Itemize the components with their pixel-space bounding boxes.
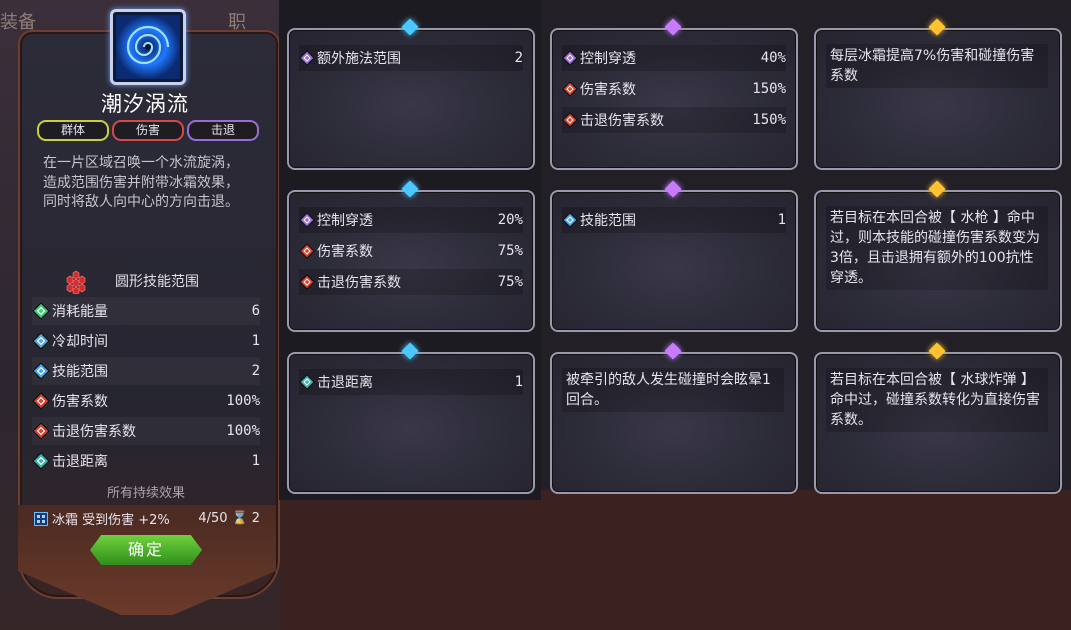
card-stat-label: 击退伤害系数 (317, 275, 401, 291)
effect-turns: 2 (251, 511, 260, 526)
skill-description: 在一片区域召唤一个水流旋涡，造成范围伤害并附带冰霜效果，同时将敌人向中心的方向击… (43, 155, 239, 210)
card-stat-row: 击退距离 1 (299, 369, 523, 395)
upgrade-card[interactable]: 控制穿透 40% 伤害系数 150% 击退伤害系数 150% (550, 18, 798, 170)
stat-label: 伤害系数 (52, 394, 108, 410)
card-stat-row: 额外施法范围 2 (299, 45, 523, 71)
card-description: 被牵引的敌人发生碰撞时会眩晕1回合。 (562, 368, 784, 412)
card-stat-row: 控制穿透 20% (299, 207, 523, 233)
vortex-icon (116, 15, 180, 79)
effect-name: 冰霜 受到伤害 +2% (52, 513, 170, 528)
tag-knockback: 击退 (187, 120, 259, 141)
upgrade-card[interactable]: 额外施法范围 2 (287, 18, 535, 170)
energy-icon (32, 302, 50, 320)
card-stat-label: 击退伤害系数 (580, 113, 664, 129)
knockback-distance-icon (32, 452, 50, 470)
card-stat-label: 额外施法范围 (317, 51, 401, 67)
card-stat-value: 150% (752, 81, 786, 97)
card-stat-label: 控制穿透 (580, 51, 636, 67)
knockback-damage-icon (562, 112, 578, 128)
effects-title: 所有持续效果 (106, 486, 185, 501)
stat-label: 击退距离 (52, 454, 108, 470)
knockback-damage-icon (299, 274, 315, 290)
card-stat-label: 控制穿透 (317, 213, 373, 229)
stat-label: 技能范围 (52, 364, 108, 380)
upgrade-card[interactable]: 控制穿透 20% 伤害系数 75% 击退伤害系数 75% (287, 180, 535, 332)
skill-tags: 群体 伤害 击退 (37, 120, 259, 141)
card-stat-value: 40% (760, 50, 786, 66)
stat-value: 100% (226, 393, 260, 409)
knockback-distance-icon (299, 374, 315, 390)
stat-value: 1 (251, 333, 260, 349)
range-icon (562, 212, 578, 228)
upgrade-card[interactable]: 若目标在本回合被【 水枪 】命中过，则本技能的碰撞伤害系数变为3倍，且击退拥有额… (814, 180, 1062, 332)
skill-title: 潮汐涡流 (101, 92, 189, 116)
effect-progress: 4/50 (198, 511, 228, 526)
card-stat-value: 75% (497, 274, 523, 290)
confirm-button[interactable]: 确定 (90, 535, 202, 565)
stat-row: 击退伤害系数 100% (32, 417, 260, 445)
card-stat-label: 伤害系数 (580, 82, 636, 98)
upgrade-card[interactable]: 击退距离 1 (287, 342, 535, 494)
card-description: 每层冰霜提高7%伤害和碰撞伤害系数 (826, 44, 1048, 88)
tag-group: 群体 (37, 120, 109, 141)
extra-range-icon (299, 50, 315, 66)
stat-value: 6 (251, 303, 260, 319)
card-stat-value: 75% (497, 243, 523, 259)
card-stat-value: 1 (514, 374, 523, 390)
range-icon (32, 362, 50, 380)
tag-damage: 伤害 (112, 120, 184, 141)
upgrade-card[interactable]: 技能范围 1 (550, 180, 798, 332)
card-stat-label: 伤害系数 (317, 244, 373, 260)
stat-row: 消耗能量 6 (32, 297, 260, 325)
effect-row: 冰霜 受到伤害 +2% 4/50 ⌛ 2 (34, 509, 260, 528)
stat-label: 击退伤害系数 (52, 424, 136, 440)
card-stat-row: 击退伤害系数 75% (299, 269, 523, 295)
card-stat-row: 技能范围 1 (562, 207, 786, 233)
skill-icon (110, 9, 186, 85)
cooldown-icon (32, 332, 50, 350)
card-stat-row: 伤害系数 150% (562, 76, 786, 102)
stat-value: 1 (251, 453, 260, 469)
card-description: 若目标在本回合被【 水球炸弹 】命中过，碰撞系数转化为直接伤害系数。 (826, 368, 1048, 432)
card-stat-row: 击退伤害系数 150% (562, 107, 786, 133)
damage-icon (32, 392, 50, 410)
control-pierce-icon (299, 212, 315, 228)
control-pierce-icon (562, 50, 578, 66)
card-stat-value: 150% (752, 112, 786, 128)
skill-range-shape: 圆形技能范围 (63, 268, 199, 294)
card-stat-value: 1 (777, 212, 786, 228)
damage-icon (299, 243, 315, 259)
stat-row: 伤害系数 100% (32, 387, 260, 415)
hourglass-icon: ⌛ (231, 511, 248, 526)
knockback-damage-icon (32, 422, 50, 440)
card-stat-row: 伤害系数 75% (299, 238, 523, 264)
frost-icon (34, 511, 48, 526)
upgrade-card[interactable]: 若目标在本回合被【 水球炸弹 】命中过，碰撞系数转化为直接伤害系数。 (814, 342, 1062, 494)
stat-value: 100% (226, 423, 260, 439)
card-stat-label: 技能范围 (580, 213, 636, 229)
upgrade-card[interactable]: 被牵引的敌人发生碰撞时会眩晕1回合。 (550, 342, 798, 494)
stat-value: 2 (251, 363, 260, 379)
stat-label: 消耗能量 (52, 304, 108, 320)
circle-range-icon (66, 270, 86, 294)
card-stat-value: 2 (514, 50, 523, 66)
stat-row: 冷却时间 1 (32, 327, 260, 355)
card-stat-row: 控制穿透 40% (562, 45, 786, 71)
upgrade-card[interactable]: 每层冰霜提高7%伤害和碰撞伤害系数 (814, 18, 1062, 170)
stat-row: 技能范围 2 (32, 357, 260, 385)
card-description: 若目标在本回合被【 水枪 】命中过，则本技能的碰撞伤害系数变为3倍，且击退拥有额… (826, 206, 1048, 290)
card-stat-label: 击退距离 (317, 375, 373, 391)
stat-row: 击退距离 1 (32, 447, 260, 475)
damage-icon (562, 81, 578, 97)
stat-label: 冷却时间 (52, 334, 108, 350)
range-shape-label: 圆形技能范围 (115, 274, 199, 290)
card-stat-value: 20% (497, 212, 523, 228)
